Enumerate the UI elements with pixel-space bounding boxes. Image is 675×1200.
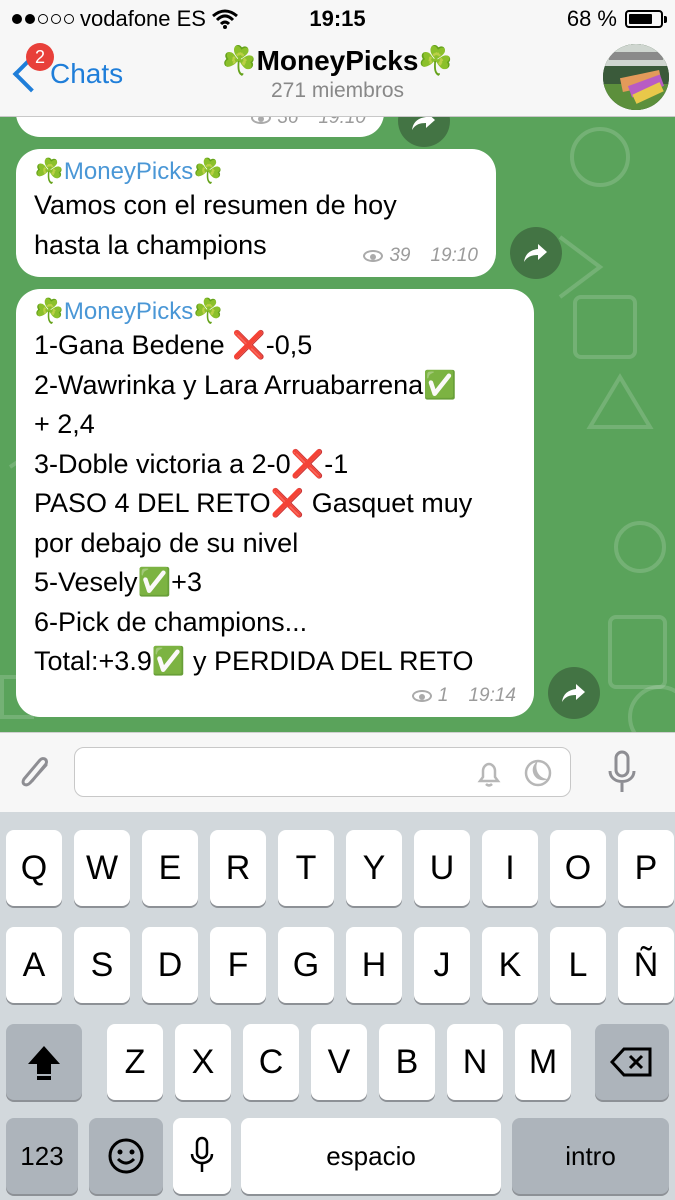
key-row2-1[interactable]: S — [74, 927, 130, 1003]
key-row1-2[interactable]: E — [142, 830, 198, 906]
view-count: 36 — [277, 117, 299, 128]
message-time: 19:10 — [430, 245, 478, 266]
key-row2-2[interactable]: D — [142, 927, 198, 1003]
message-meta: 36 19:10 — [251, 117, 366, 129]
moon-icon[interactable] — [522, 757, 554, 789]
eye-icon — [411, 690, 432, 702]
message-meta: 1 19:14 — [411, 685, 516, 707]
paperclip-icon[interactable] — [16, 751, 56, 795]
keyboard: QWERTYUIOP ASDFGHJKLÑ ZXCVBNM 123 espaci… — [0, 812, 675, 1200]
key-row3-6[interactable]: M — [515, 1024, 571, 1100]
key-row2-7[interactable]: K — [482, 927, 538, 1003]
battery-percent: 68 % — [566, 6, 617, 31]
key-row3-2[interactable]: C — [243, 1024, 299, 1100]
key-row1-9[interactable]: P — [618, 830, 674, 906]
chat-header[interactable]: ☘️MoneyPicks☘️ 271 miembros — [0, 44, 675, 103]
share-forward-icon — [562, 684, 585, 702]
battery-icon — [625, 10, 667, 28]
emoji-key[interactable] — [89, 1118, 163, 1194]
bell-icon[interactable] — [474, 759, 504, 789]
key-row2-0[interactable]: A — [6, 927, 62, 1003]
key-row1-1[interactable]: W — [74, 830, 130, 906]
space-key[interactable]: espacio — [241, 1118, 501, 1194]
shift-arrow-icon — [28, 1046, 60, 1080]
message-time: 19:10 — [318, 117, 366, 128]
message-text: 1-Gana Bedene ❌-0,5 2-Wawrinka y Lara Ar… — [34, 330, 474, 676]
forward-button[interactable] — [510, 227, 562, 279]
member-count: 271 miembros — [270, 79, 405, 102]
message-bubble[interactable]: ☘️MoneyPicks☘️ Vamos con el resumen de h… — [16, 149, 496, 277]
microphone-icon[interactable] — [604, 749, 640, 797]
key-row3-0[interactable]: Z — [107, 1024, 163, 1100]
forward-button[interactable] — [548, 667, 600, 719]
key-row2-8[interactable]: L — [550, 927, 606, 1003]
share-forward-icon — [412, 117, 435, 130]
key-row3-4[interactable]: B — [379, 1024, 435, 1100]
key-row3-3[interactable]: V — [311, 1024, 367, 1100]
dictation-key[interactable] — [173, 1118, 231, 1194]
status-bar: vodafone ES 19:15 68 % — [0, 0, 675, 38]
channel-avatar[interactable] — [603, 44, 669, 110]
navigation-bar: Chats 2 ☘️MoneyPicks☘️ 271 miembros — [0, 38, 675, 117]
view-count: 39 — [389, 245, 411, 266]
smiley-icon — [108, 1138, 144, 1174]
sender-name[interactable]: ☘️MoneyPicks☘️ — [34, 157, 478, 186]
eye-icon — [363, 250, 384, 262]
delete-key[interactable] — [595, 1024, 669, 1100]
sender-name[interactable]: ☘️MoneyPicks☘️ — [34, 297, 516, 326]
eye-icon — [251, 117, 272, 124]
key-row1-4[interactable]: T — [278, 830, 334, 906]
key-row1-7[interactable]: I — [482, 830, 538, 906]
key-row1-6[interactable]: U — [414, 830, 470, 906]
shift-key[interactable] — [6, 1024, 82, 1100]
key-row1-3[interactable]: R — [210, 830, 266, 906]
message-composer — [0, 732, 675, 813]
share-forward-icon — [524, 244, 547, 262]
key-row3-1[interactable]: X — [175, 1024, 231, 1100]
chat-area[interactable]: 36 19:10 ☘️MoneyPicks☘️ Vamos con el res… — [0, 117, 675, 732]
backspace-icon — [609, 1047, 652, 1077]
key-row3-5[interactable]: N — [447, 1024, 503, 1100]
return-key[interactable]: intro — [512, 1118, 669, 1194]
avatar-image — [603, 44, 669, 110]
key-row2-5[interactable]: H — [346, 927, 402, 1003]
message-time: 19:14 — [468, 685, 516, 706]
key-row1-8[interactable]: O — [550, 830, 606, 906]
battery-status: 68 % — [566, 6, 667, 32]
message-bubble[interactable]: 36 19:10 — [16, 117, 384, 137]
key-row1-0[interactable]: Q — [6, 830, 62, 906]
message-meta: 39 19:10 — [363, 245, 478, 267]
numbers-key[interactable]: 123 — [6, 1118, 78, 1194]
microphone-icon — [190, 1136, 214, 1172]
key-row2-6[interactable]: J — [414, 927, 470, 1003]
key-row2-4[interactable]: G — [278, 927, 334, 1003]
chat-title: ☘️MoneyPicks☘️ — [221, 45, 454, 76]
key-row2-9[interactable]: Ñ — [618, 927, 674, 1003]
key-row2-3[interactable]: F — [210, 927, 266, 1003]
view-count: 1 — [437, 685, 449, 706]
key-row1-5[interactable]: Y — [346, 830, 402, 906]
message-bubble[interactable]: ☘️MoneyPicks☘️ 1-Gana Bedene ❌-0,5 2-Waw… — [16, 289, 534, 717]
